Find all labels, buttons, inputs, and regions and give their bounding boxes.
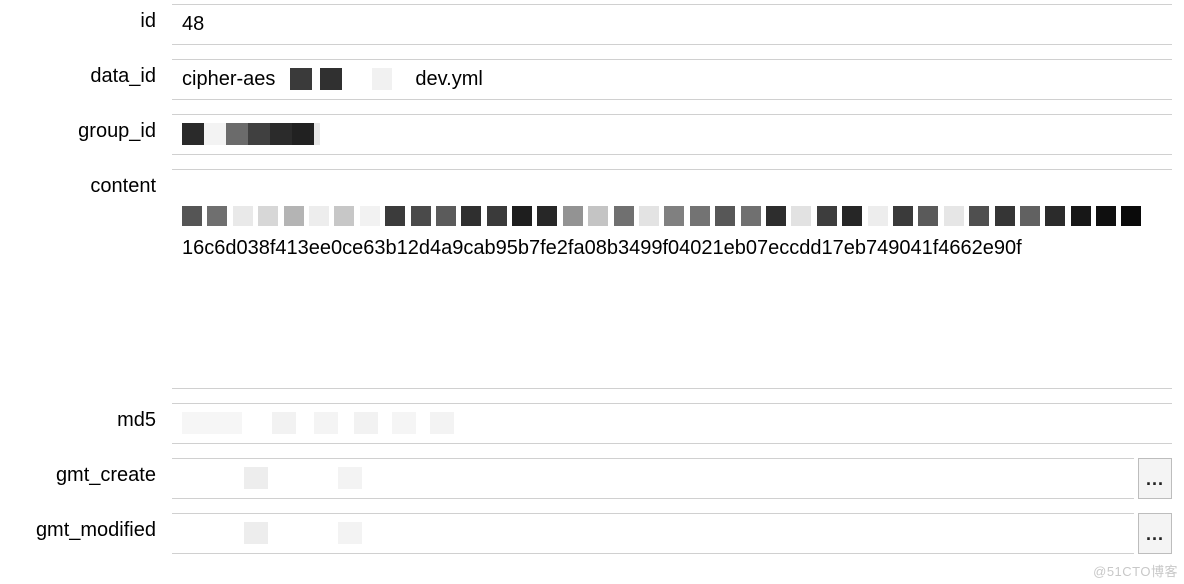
input-group-id[interactable] xyxy=(172,114,1172,155)
row-content: content 16c6d038f413ee0ce63b12d4a9cab95b… xyxy=(0,169,1184,389)
label-gmt-modified: gmt_modified xyxy=(12,513,172,542)
label-md5: md5 xyxy=(12,403,172,432)
row-gmt-create: gmt_create ... xyxy=(0,458,1184,499)
label-content: content xyxy=(12,169,172,198)
row-gmt-modified: gmt_modified ... xyxy=(0,513,1184,554)
data-id-prefix: cipher-aes xyxy=(182,68,275,91)
input-content[interactable]: 16c6d038f413ee0ce63b12d4a9cab95b7fe2fa08… xyxy=(172,169,1172,389)
input-md5[interactable] xyxy=(172,403,1172,444)
row-md5: md5 xyxy=(0,403,1184,444)
row-group-id: group_id xyxy=(0,114,1184,155)
input-gmt-create[interactable] xyxy=(172,458,1134,499)
label-data-id: data_id xyxy=(12,59,172,88)
label-group-id: group_id xyxy=(12,114,172,143)
input-data-id[interactable]: cipher-aes dev.yml xyxy=(172,59,1172,100)
label-id: id xyxy=(12,4,172,33)
label-gmt-create: gmt_create xyxy=(12,458,172,487)
row-data-id: data_id cipher-aes dev.yml xyxy=(0,59,1184,100)
row-id: id xyxy=(0,0,1184,45)
gmt-modified-picker-button[interactable]: ... xyxy=(1138,513,1172,554)
data-id-suffix: dev.yml xyxy=(415,68,482,91)
watermark: @51CTO博客 xyxy=(1093,561,1178,580)
input-id[interactable] xyxy=(172,4,1172,45)
content-line1: 16c6d038f413ee0ce63b12d4a9cab95b7fe2fa08… xyxy=(182,234,1162,262)
input-gmt-modified[interactable] xyxy=(172,513,1134,554)
gmt-create-picker-button[interactable]: ... xyxy=(1138,458,1172,499)
